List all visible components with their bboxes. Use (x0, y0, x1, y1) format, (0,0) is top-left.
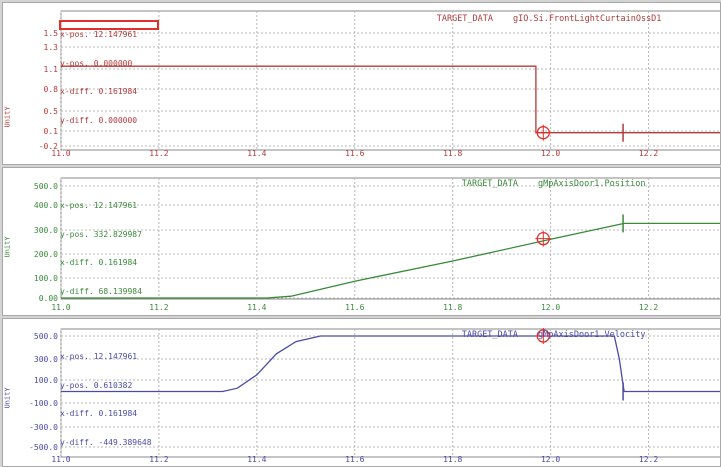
y-tick-label: 0.1 (44, 127, 59, 136)
y-axis-label: UnitY (3, 387, 12, 409)
readout-x-diff: x-diff. 0.161984 (60, 258, 138, 267)
x-tick-label: 12.0 (541, 149, 560, 158)
x-tick-label: 11.4 (247, 149, 266, 158)
x-tick-label: 11.8 (443, 149, 462, 158)
trace-panel-velocity[interactable]: 11.0 11.2 11.4 11.6 11.8 12.0 12.2 500.0 300.0 10… (2, 318, 721, 467)
y-tick-label: -0.2 (39, 142, 58, 151)
x-tick-label: 11.2 (149, 303, 168, 312)
x-tick-label: 11.8 (443, 455, 462, 464)
y-tick-label: 100.0 (34, 376, 58, 385)
cursor-readout: x-pos. 12.147961 y-pos. 0.610382 x-diff.… (60, 333, 152, 466)
title-source: TARGET_DATA (461, 179, 519, 189)
x-tick-label: 12.2 (639, 303, 658, 312)
readout-y-diff: y-diff. 0.000000 (60, 115, 138, 125)
x-tick-label: 11.4 (247, 455, 266, 464)
readout-y-pos: y-pos. 332.829987 (60, 229, 142, 239)
y-axis-label: UnitY (3, 236, 12, 258)
y-tick-label: 0.8 (44, 85, 59, 94)
y-tick-label: 200.0 (34, 250, 58, 259)
y-tick-label: 0.00 (39, 294, 58, 303)
x-tick-label: 11.6 (345, 455, 364, 464)
readout-x-pos: x-pos. 12.147961 (60, 201, 138, 210)
trace-panel-position[interactable]: 11.0 11.2 11.4 11.6 11.8 12.0 12.2 500.0 400.0 30… (2, 167, 721, 316)
panel-title: TARGET_DATA gMpAxisDoor1.Position (431, 169, 665, 199)
panel-title: TARGET_DATA gMpAxisDoor1.Velocity (431, 320, 665, 350)
x-tick-label: 12.2 (639, 149, 658, 158)
x-tick-label: 11.8 (443, 303, 462, 312)
y-tick-label: 1.1 (44, 65, 59, 74)
y-tick-label: 500.0 (34, 332, 58, 341)
title-variable: gMpAxisDoor1.Position (538, 179, 646, 189)
x-tick-label: 11.2 (149, 455, 168, 464)
readout-x-diff: x-diff. 0.161984 (60, 87, 138, 96)
x-tick-label: 11.6 (345, 303, 364, 312)
readout-y-pos: y-pos. 0.000000 (60, 58, 133, 68)
y-tick-label: 400.0 (34, 201, 58, 210)
readout-y-pos: y-pos. 0.610382 (60, 380, 133, 390)
title-source: TARGET_DATA (461, 330, 519, 340)
highlight-box (59, 20, 159, 30)
title-variable: gMpAxisDoor1.Velocity (538, 330, 646, 340)
readout-x-pos: x-pos. 12.147961 (60, 30, 138, 39)
readout-x-pos: x-pos. 12.147961 (60, 352, 138, 361)
x-tick-label: 11.2 (149, 149, 168, 158)
y-tick-label: 0.5 (44, 107, 59, 116)
x-tick-label: 11.4 (247, 303, 266, 312)
title-source: TARGET_DATA (436, 14, 494, 24)
y-tick-label: 100.0 (34, 274, 58, 283)
x-tick-label: 12.2 (639, 455, 658, 464)
readout-y-diff: y-diff. 68.139984 (60, 286, 142, 296)
readout-x-diff: x-diff. 0.161984 (60, 409, 138, 418)
title-variable: gIO.Si.FrontLightCurtainOssD1 (513, 14, 662, 24)
cursor-readout: x-pos. 12.147961 y-pos. 0.000000 x-diff.… (60, 11, 137, 144)
x-tick-label: 12.0 (541, 455, 560, 464)
x-tick-label: 12.0 (541, 303, 560, 312)
y-tick-label: 1.3 (44, 43, 59, 52)
x-tick-label: 11.6 (345, 149, 364, 158)
trace-window: 11.0 11.2 11.4 11.6 11.8 12.0 12.2 1.5 1.3 1.1 0.8… (0, 0, 721, 467)
y-tick-label: -300.0 (29, 423, 58, 432)
y-axis-label: UnitY (3, 106, 12, 128)
trace-panel-light-curtain[interactable]: 11.0 11.2 11.4 11.6 11.8 12.0 12.2 1.5 1.3 1.1 0.8… (2, 2, 721, 165)
cursor-readout: x-pos. 12.147961 y-pos. 332.829987 x-dif… (60, 182, 142, 315)
y-tick-label: 1.5 (44, 29, 59, 38)
signal-trace (61, 65, 720, 134)
y-tick-label: 300.0 (34, 355, 58, 364)
y-tick-label: 300.0 (34, 226, 58, 235)
signal-trace (61, 222, 720, 299)
readout-y-diff: y-diff. -449.389648 (60, 437, 152, 447)
y-tick-label: 500.0 (34, 182, 58, 191)
y-tick-label: -100.0 (29, 399, 58, 408)
y-tick-label: -500.0 (29, 443, 58, 452)
panel-title: TARGET_DATA gIO.Si.FrontLightCurtainOssD1 (406, 4, 681, 34)
